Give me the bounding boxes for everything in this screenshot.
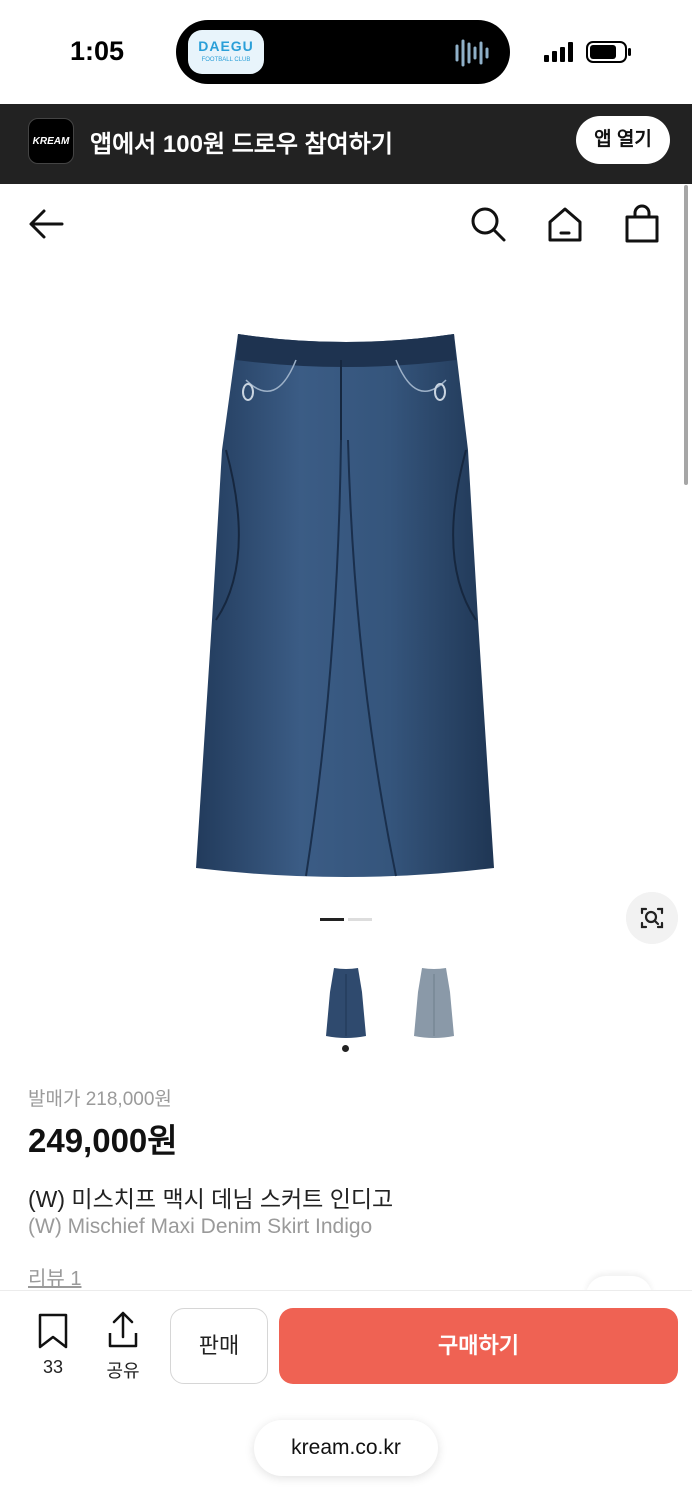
product-main-image[interactable] — [186, 320, 506, 890]
shopping-bag-icon[interactable] — [622, 204, 662, 244]
status-time: 1:05 — [70, 36, 125, 66]
back-arrow-icon[interactable] — [26, 204, 66, 244]
bookmark-count: 33 — [42, 1357, 64, 1377]
top-navigation — [0, 184, 692, 264]
search-icon[interactable] — [468, 204, 508, 244]
bookmark-icon — [38, 1313, 68, 1349]
app-download-banner[interactable]: KREAM 앱에서 100원 드로우 참여하기 앱 열기 — [0, 104, 692, 184]
home-icon[interactable] — [545, 204, 585, 244]
share-button[interactable]: 공유 — [98, 1311, 148, 1383]
color-thumbnail-indigo[interactable] — [320, 962, 372, 1042]
now-playing-app-icon: DAEGU FOOTBALL CLUB — [188, 30, 264, 74]
island-app-subtitle: FOOTBALL CLUB — [201, 57, 251, 63]
browser-url-bar[interactable]: kream.co.kr — [254, 1420, 438, 1476]
product-name-english: (W) Mischief Maxi Denim Skirt Indigo — [28, 1215, 373, 1238]
product-price: 249,000원 — [28, 1122, 178, 1159]
battery-icon — [586, 41, 631, 63]
original-release-price: 발매가 218,000원 — [28, 1089, 172, 1110]
sell-button[interactable]: 판매 — [170, 1308, 268, 1384]
dynamic-island: DAEGU FOOTBALL CLUB — [176, 20, 510, 84]
selected-color-indicator — [342, 1045, 349, 1052]
image-pager-indicator — [320, 918, 372, 922]
share-icon — [108, 1311, 138, 1348]
pager-active — [320, 918, 344, 921]
review-link[interactable]: 리뷰 1 — [28, 1262, 81, 1291]
banner-text: 앱에서 100원 드로우 참여하기 — [90, 131, 393, 158]
cellular-signal-icon — [544, 42, 573, 62]
buy-button[interactable]: 구매하기 — [279, 1308, 678, 1384]
bottom-action-bar: 33 공유 판매 구매하기 — [0, 1290, 692, 1400]
kream-logo: KREAM — [28, 118, 74, 164]
share-label: 공유 — [106, 1361, 140, 1381]
product-name-korean: (W) 미스치프 맥시 데님 스커트 인디고 — [28, 1186, 394, 1212]
status-bar: 1:05 DAEGU FOOTBALL CLUB — [0, 0, 692, 104]
island-app-title: DAEGU — [198, 38, 254, 54]
audio-wave-icon — [455, 39, 489, 67]
scrollbar[interactable] — [684, 185, 688, 485]
color-thumbnail-light-blue[interactable] — [408, 962, 460, 1042]
visual-search-lens-icon[interactable] — [626, 892, 678, 944]
pager-inactive — [348, 918, 372, 921]
bookmark-button[interactable]: 33 — [28, 1313, 78, 1383]
open-app-button[interactable]: 앱 열기 — [576, 116, 670, 164]
